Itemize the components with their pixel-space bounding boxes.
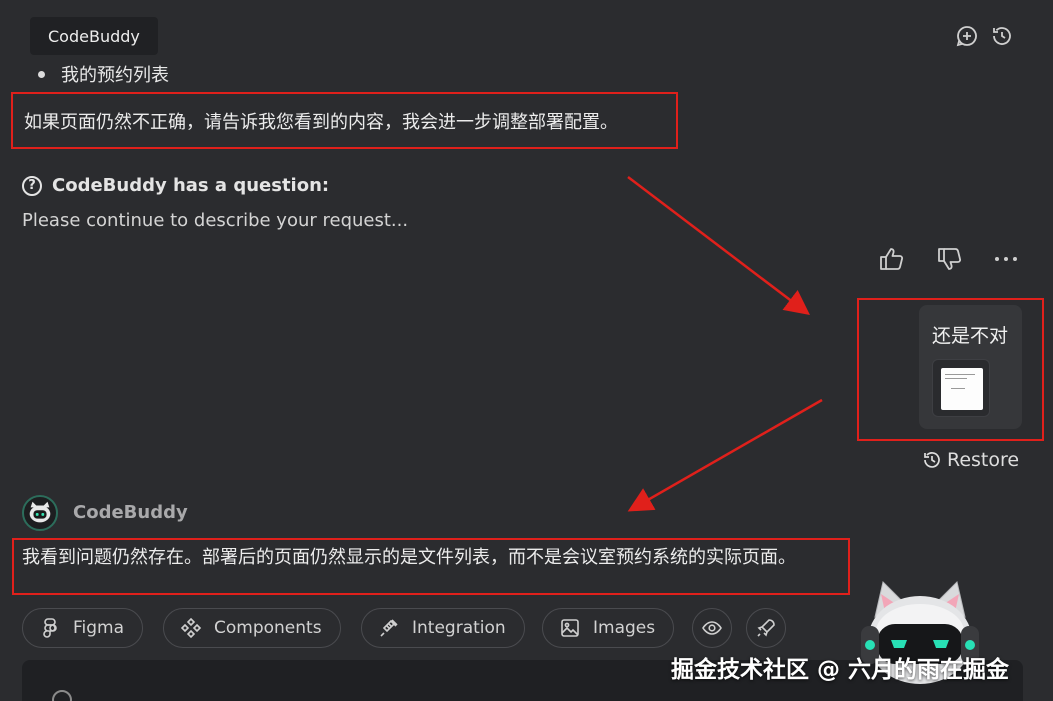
restore-button[interactable]: Restore (922, 449, 1019, 471)
more-options-icon[interactable] (992, 245, 1020, 273)
chip-integration-label: Integration (412, 618, 506, 638)
user-message-text: 还是不对 (932, 325, 1009, 347)
chip-components[interactable]: Components (163, 608, 341, 648)
bot-reply-text: 我看到问题仍然存在。部署后的页面仍然显示的是文件列表，而不是会议室预约系统的实际… (22, 547, 796, 568)
chip-images[interactable]: Images (542, 608, 675, 648)
figma-icon (43, 618, 57, 638)
components-icon (180, 617, 202, 639)
eye-icon (702, 621, 722, 635)
chip-figma-label: Figma (73, 618, 125, 638)
at-mention-icon[interactable] (52, 690, 72, 701)
new-chat-icon[interactable] (955, 24, 979, 48)
chip-components-label: Components (214, 618, 322, 638)
question-title-text: CodeBuddy has a question: (52, 175, 330, 196)
avatar (22, 495, 58, 531)
chip-figma[interactable]: Figma (22, 608, 144, 648)
bullet-item-text: 我的预约列表 (61, 65, 169, 86)
user-message-bubble: 还是不对 (919, 305, 1022, 429)
restore-icon (924, 452, 940, 468)
chip-images-label: Images (593, 618, 656, 638)
watermark: 掘金技术社区 @ 六月的雨在掘金 (671, 657, 1010, 683)
thumbs-up-icon[interactable] (877, 245, 905, 273)
question-title: ? CodeBuddy has a question: (22, 175, 329, 196)
attachment-thumbnail[interactable] (932, 359, 990, 417)
restore-label: Restore (947, 449, 1020, 471)
app-name-tab[interactable]: CodeBuddy (30, 17, 158, 55)
question-body: Please continue to describe your request… (22, 210, 409, 231)
chip-integration[interactable]: Integration (361, 608, 525, 648)
bullet-dot (38, 70, 45, 78)
rocket-icon (757, 619, 775, 637)
thumbs-down-icon[interactable] (935, 245, 963, 273)
plug-icon (380, 619, 398, 637)
screenshot-preview (941, 368, 983, 410)
question-icon: ? (22, 175, 42, 196)
image-icon (561, 619, 579, 637)
robot-avatar-icon (29, 501, 51, 523)
bullet-list-item: 我的预约列表 (38, 61, 169, 87)
history-icon[interactable] (990, 24, 1014, 48)
preview-toggle-button[interactable] (692, 608, 732, 648)
deploy-button[interactable] (746, 608, 786, 648)
assistant-note-text: 如果页面仍然不正确，请告诉我您看到的内容，我会进一步调整部署配置。 (24, 112, 618, 133)
bot-name: CodeBuddy (73, 502, 188, 523)
